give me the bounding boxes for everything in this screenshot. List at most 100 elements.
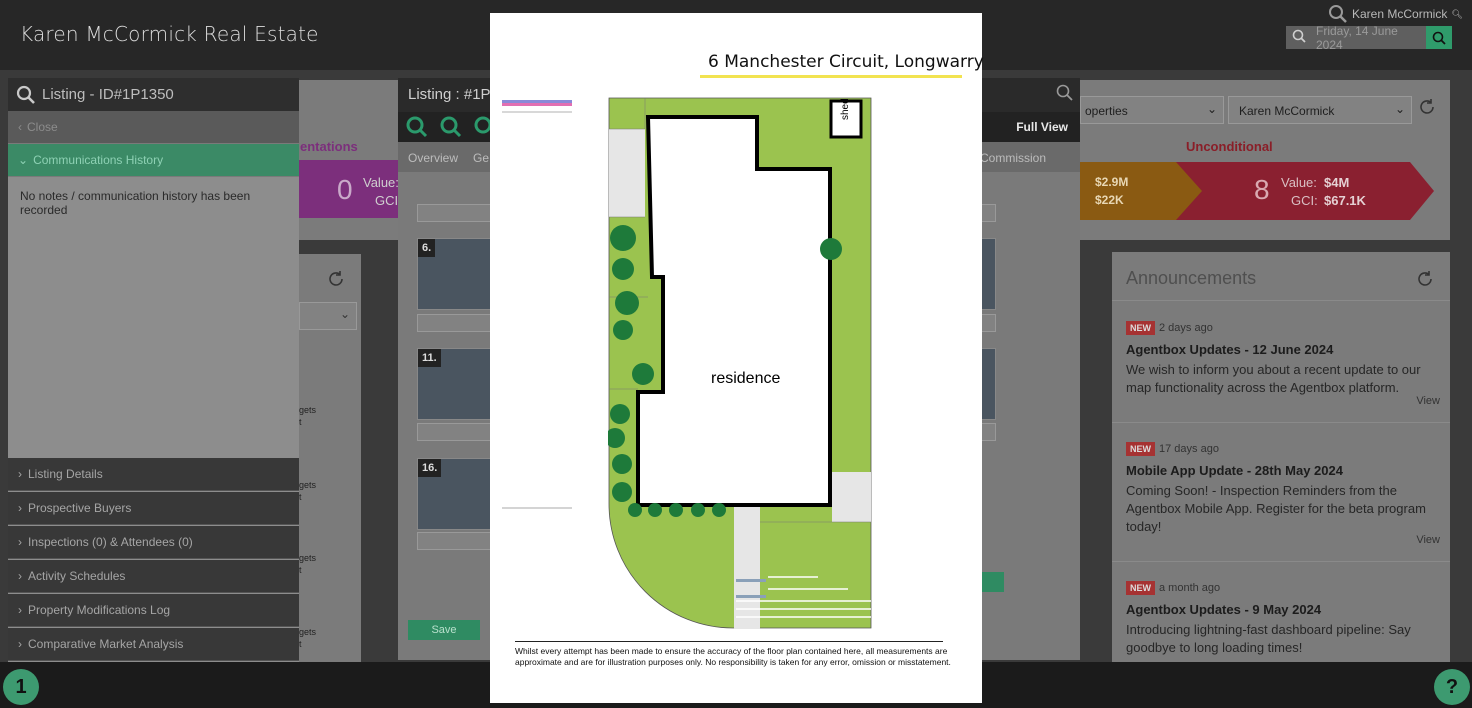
- photo-thumb[interactable]: 16.: [417, 458, 493, 530]
- paving-right: [832, 472, 871, 522]
- date-search-button[interactable]: [1426, 26, 1452, 49]
- unconditional-value-label: Value:: [1281, 175, 1317, 190]
- conditional-value: $2.9M: [1095, 175, 1129, 189]
- driveway: [734, 505, 760, 629]
- user-name: Karen McCormick: [1352, 7, 1448, 21]
- empty-history-note: No notes / communication history has bee…: [20, 189, 251, 217]
- announcements-panel: Announcements NEW 2 days ago Agentbox Upd…: [1112, 252, 1450, 662]
- budget-row-label: gets t: [299, 627, 317, 649]
- residence-label: residence: [711, 370, 781, 387]
- announcement-body: Introducing lightning-fast dashboard pip…: [1126, 622, 1411, 655]
- photo-thumb[interactable]: 6.: [417, 238, 493, 310]
- search-icon: [16, 85, 35, 104]
- budget-row-label: gets t: [299, 553, 317, 575]
- submit-button[interactable]: [980, 572, 1004, 592]
- legend-swatch: [502, 100, 572, 113]
- communications-history-row[interactable]: ⌄ Communications History: [8, 144, 299, 177]
- left-lower-panel: ⌄ gets t gets t gets t gets t: [299, 254, 361, 662]
- tab-overview[interactable]: Overview: [408, 151, 458, 165]
- announcement-body: Coming Soon! - Inspection Reminders from…: [1126, 483, 1426, 534]
- listing-side-panel: Listing - ID#1P1350 ‹ Close ⌄ Communicatio…: [8, 78, 299, 662]
- full-view-button[interactable]: Full View: [1016, 120, 1068, 134]
- chevron-right-icon: ›: [18, 467, 22, 481]
- address-underline: [700, 75, 962, 78]
- photo-thumb[interactable]: [980, 238, 996, 310]
- disclaimer-rule: [515, 641, 943, 642]
- photo-caption-field[interactable]: [417, 532, 493, 550]
- new-badge: NEW: [1126, 442, 1155, 456]
- residence-outline: [636, 115, 832, 507]
- photo-thumb[interactable]: 11.: [417, 348, 493, 420]
- announcement-age: a month ago: [1159, 582, 1221, 594]
- chevron-down-icon: ⌄: [18, 153, 29, 167]
- photo-caption-field[interactable]: [980, 204, 996, 222]
- announcement-title[interactable]: Mobile App Update - 28th May 2024: [1126, 463, 1438, 478]
- new-badge: NEW: [1126, 581, 1155, 595]
- photo-caption-field[interactable]: [417, 423, 493, 441]
- view-link[interactable]: View: [1416, 395, 1440, 407]
- legend-line: [502, 507, 572, 509]
- menu-inspections[interactable]: › Inspections (0) & Attendees (0): [8, 526, 299, 559]
- unconditional-gci-label: GCI:: [1291, 193, 1318, 208]
- property-address: 6 Manchester Circuit, Longwarry: [708, 52, 984, 72]
- unconditional-value: $4M: [1324, 175, 1350, 190]
- view-link[interactable]: View: [1416, 534, 1440, 546]
- menu-property-modifications[interactable]: › Property Modifications Log: [8, 594, 299, 627]
- paving-left: [609, 129, 645, 217]
- value-label: Value:: [363, 175, 399, 190]
- zoom-icon: [440, 116, 462, 138]
- announcement-age: 2 days ago: [1159, 322, 1213, 334]
- announcement-title[interactable]: Agentbox Updates - 9 May 2024: [1126, 602, 1438, 617]
- user-menu[interactable]: Karen McCormick 🔍︎: [1328, 4, 1463, 24]
- photo-thumb[interactable]: [980, 348, 996, 420]
- chevron-right-icon: ›: [18, 535, 22, 549]
- announcement-age: 17 days ago: [1159, 443, 1219, 455]
- chevron-right-icon: ›: [18, 637, 22, 651]
- announcement-title[interactable]: Agentbox Updates - 12 June 2024: [1126, 342, 1438, 357]
- shed-label: shed: [840, 98, 851, 120]
- notification-count-button[interactable]: 1: [3, 669, 39, 705]
- save-button[interactable]: Save: [408, 620, 480, 640]
- user-search-small-icon: 🔍︎: [1451, 8, 1463, 19]
- unconditional-count: 8: [1254, 174, 1270, 205]
- tab-general[interactable]: Ge: [473, 151, 489, 165]
- refresh-icon: [329, 271, 343, 286]
- photo-caption-field[interactable]: [980, 314, 996, 332]
- close-row[interactable]: ‹ Close: [8, 111, 299, 144]
- date-input[interactable]: Friday, 14 June 2024: [1286, 23, 1426, 52]
- photo-caption-field[interactable]: [417, 314, 493, 332]
- menu-activity-schedules[interactable]: › Activity Schedules: [8, 560, 299, 593]
- menu-listing-details[interactable]: › Listing Details: [8, 458, 299, 491]
- menu-prospective-buyers[interactable]: › Prospective Buyers: [8, 492, 299, 525]
- presentations-label: entations: [300, 139, 358, 154]
- new-badge: NEW: [1126, 321, 1155, 335]
- help-button[interactable]: ?: [1434, 669, 1470, 705]
- floorplan-drawing: [608, 97, 872, 629]
- refresh-icon: [1420, 99, 1434, 114]
- budget-dropdown[interactable]: ⌄: [299, 302, 357, 330]
- conditional-gci: $22K: [1095, 193, 1124, 207]
- agent-filter[interactable]: Karen McCormick ⌄: [1228, 96, 1412, 124]
- unconditional-label: Unconditional: [1186, 139, 1273, 154]
- date-placeholder: Friday, 14 June 2024: [1316, 23, 1398, 52]
- presentations-count: 0: [337, 174, 353, 205]
- announcement-item: NEW 2 days ago Agentbox Updates - 12 June…: [1126, 318, 1438, 397]
- zoom-icon: [406, 116, 428, 138]
- search-icon: [1292, 29, 1306, 46]
- property-filter[interactable]: operties ⌄: [1080, 96, 1224, 124]
- photo-caption-field[interactable]: [980, 423, 996, 441]
- presentations-tile[interactable]: 0 Value: GCI:: [299, 160, 402, 218]
- disclaimer-text: Whilst every attempt has been made to en…: [515, 646, 951, 667]
- app-title: Karen McCormick Real Estate: [20, 22, 319, 46]
- budget-row-label: gets t: [299, 480, 317, 502]
- announcement-item: NEW 17 days ago Mobile App Update - 28th …: [1126, 439, 1438, 536]
- unconditional-tile[interactable]: 8 Value: $4M GCI: $67.1K: [1176, 162, 1436, 220]
- menu-comparative-market-analysis[interactable]: › Comparative Market Analysis: [8, 628, 299, 661]
- chevron-right-icon: ›: [18, 569, 22, 583]
- chevron-left-icon: ‹: [18, 120, 22, 134]
- announcement-item: NEW a month ago Agentbox Updates - 9 May …: [1126, 578, 1438, 657]
- listing-side-header: Listing - ID#1P1350: [8, 78, 299, 111]
- photo-caption-field[interactable]: [417, 204, 493, 222]
- tab-commission[interactable]: Commission: [980, 151, 1046, 165]
- listing-side-title: Listing - ID#1P1350: [42, 86, 174, 103]
